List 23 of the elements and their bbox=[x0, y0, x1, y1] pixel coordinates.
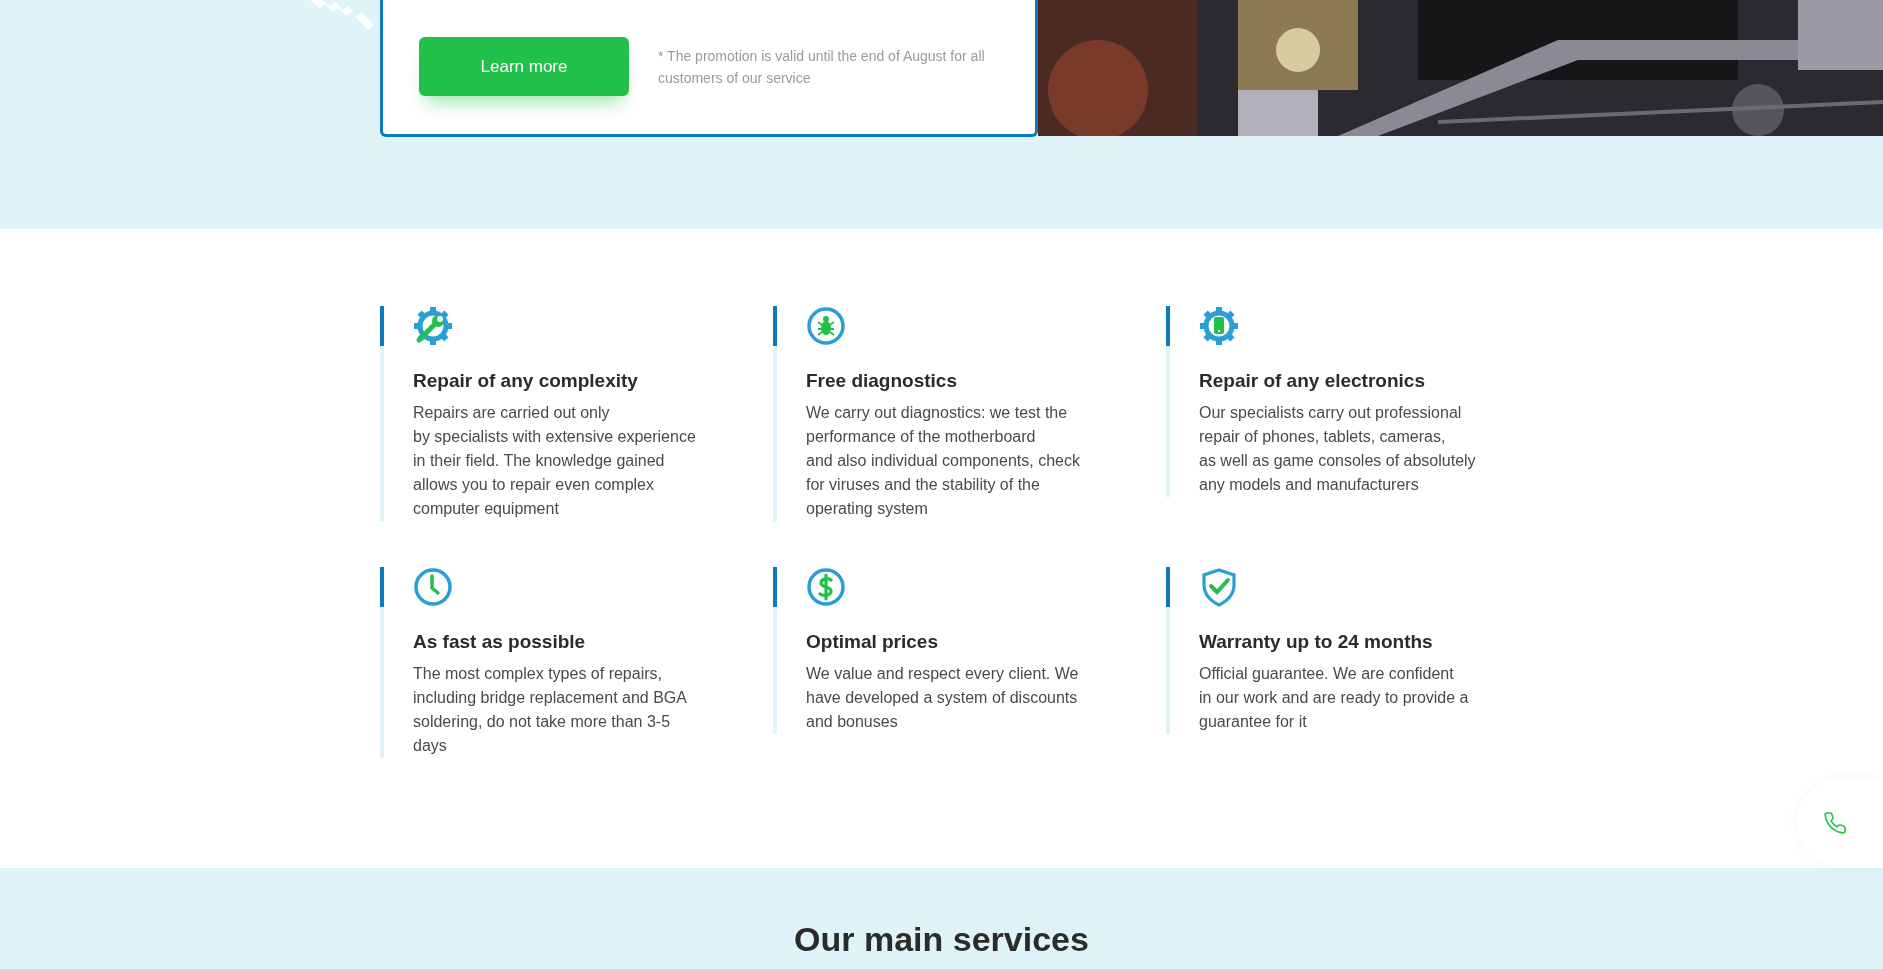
feature-description: Our specialists carry out professional repair of phones, tablets, cameras, as well as game consoles of absolutely any models and manufacturers bbox=[1199, 403, 1477, 495]
feature-description: We value and respect every client. We have developed a system of discounts and bonuses bbox=[806, 664, 1080, 732]
feature-title: As fast as possible bbox=[413, 631, 587, 653]
dollar-icon bbox=[806, 567, 846, 607]
shield-check-icon bbox=[1199, 567, 1239, 607]
feature-description: Official guarantee. We are confident in our work and are ready to provide a guarantee for it bbox=[1199, 664, 1470, 732]
feature-description: We carry out diagnostics: we test the performance of the motherboard and also individual components, check for viruses and the stability of the operating system bbox=[806, 403, 1081, 519]
call-button[interactable] bbox=[1797, 778, 1883, 868]
promo-note: * The promotion is valid until the end of August for all customers of our service bbox=[658, 47, 986, 88]
feature-description: Repairs are carried out only by specialists with extensive experience in their field. The knowledge gained allows you to repair even complex computer equipment bbox=[413, 403, 697, 519]
feature-title: Repair of any electronics bbox=[1199, 370, 1426, 392]
section-heading: Our main services bbox=[794, 920, 1089, 960]
learn-more-button[interactable]: Learn more bbox=[419, 37, 629, 96]
feature-description: The most complex types of repairs, including bridge replacement and BGA soldering, do not take more than 3-5 days bbox=[413, 664, 688, 756]
phone-icon bbox=[1823, 811, 1847, 835]
feature-title: Warranty up to 24 months bbox=[1199, 631, 1434, 653]
feature-title: Free diagnostics bbox=[806, 370, 958, 392]
bug-icon bbox=[806, 306, 846, 346]
feature-title: Repair of any complexity bbox=[413, 370, 639, 392]
clock-icon bbox=[413, 567, 453, 607]
gear-wrench-icon bbox=[413, 306, 453, 346]
feature-title: Optimal prices bbox=[806, 631, 939, 653]
gear-phone-icon bbox=[1199, 306, 1239, 346]
